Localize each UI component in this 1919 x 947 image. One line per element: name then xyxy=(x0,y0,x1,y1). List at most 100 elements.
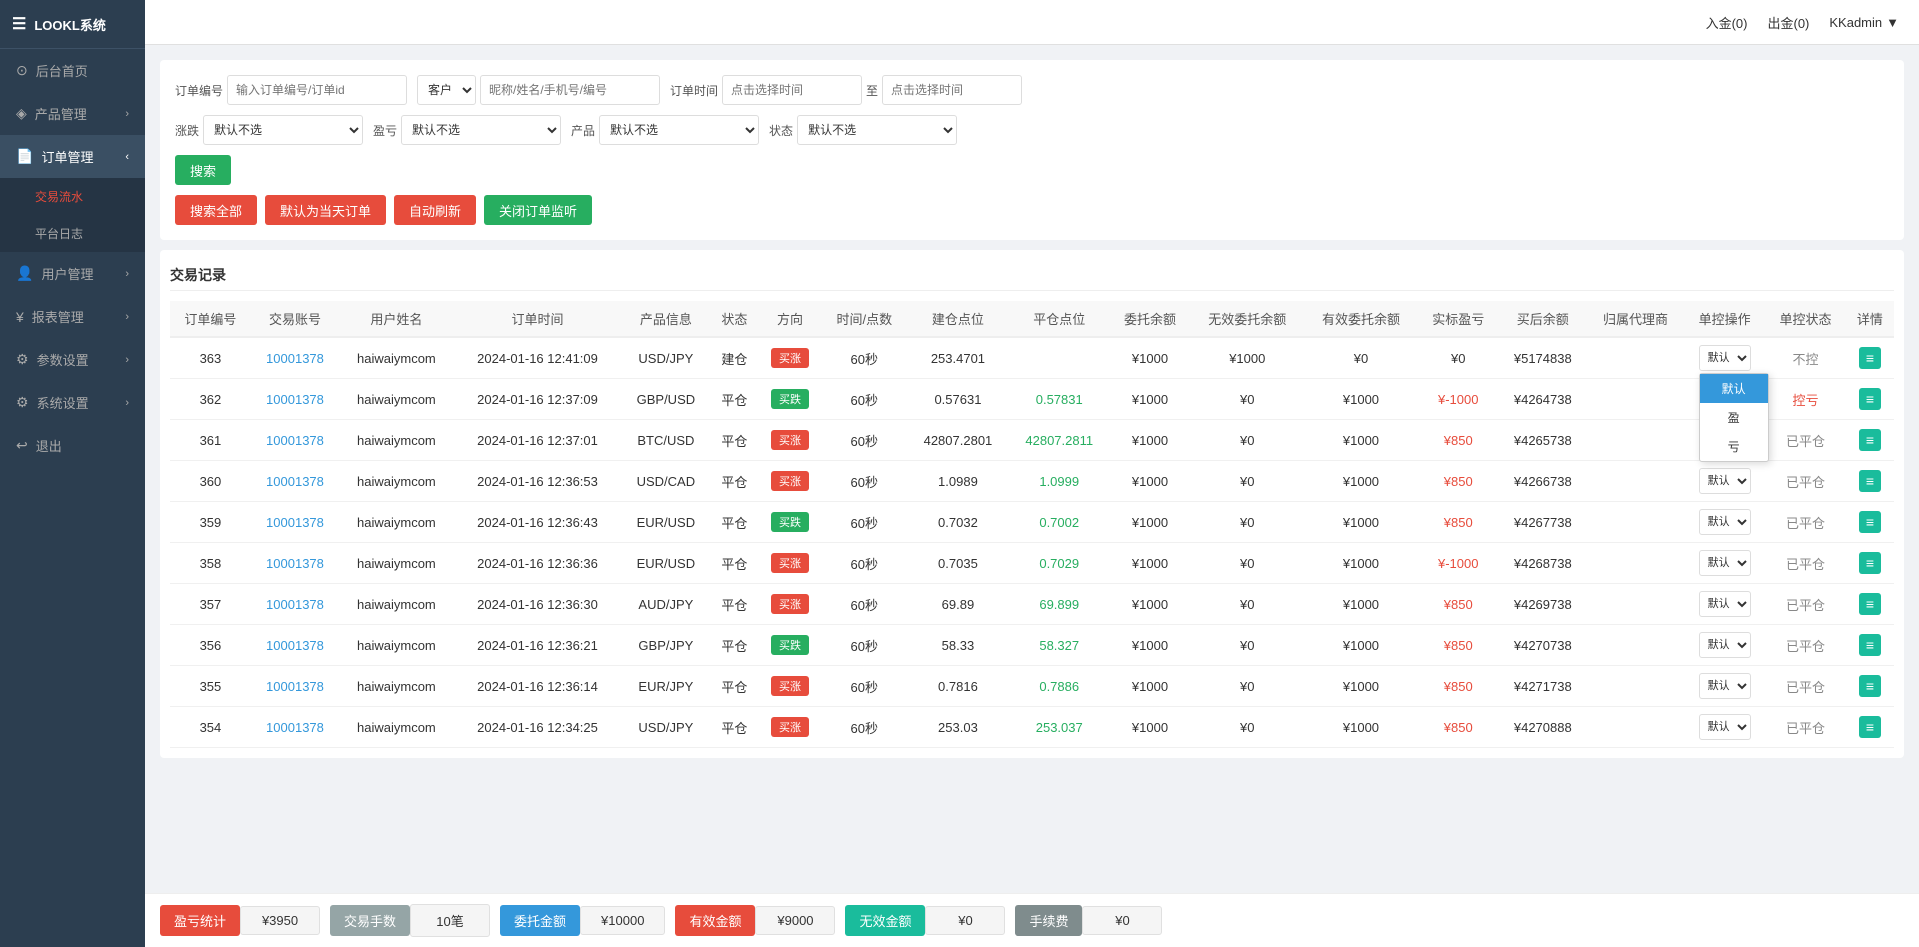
cell-account[interactable]: 10001378 xyxy=(251,337,339,379)
cell-detail[interactable]: ≡ xyxy=(1846,337,1894,379)
cell-status: 平仓 xyxy=(710,420,758,461)
cell-invalid: ¥0 xyxy=(1190,420,1304,461)
cell-detail[interactable]: ≡ xyxy=(1846,584,1894,625)
cell-duration: 60秒 xyxy=(822,461,907,502)
cell-detail[interactable]: ≡ xyxy=(1846,543,1894,584)
cell-order-id: 363 xyxy=(170,337,251,379)
status-select[interactable]: 默认不选 xyxy=(797,115,957,145)
control-select[interactable]: 默认盈亏 xyxy=(1699,345,1751,371)
cell-delegate: ¥1000 xyxy=(1110,625,1191,666)
cell-detail[interactable]: ≡ xyxy=(1846,666,1894,707)
dropdown-item-default[interactable]: 默认 xyxy=(1700,374,1768,403)
detail-icon[interactable]: ≡ xyxy=(1859,388,1881,410)
sidebar-item-label: 系统设置 xyxy=(37,393,89,412)
detail-icon[interactable]: ≡ xyxy=(1859,552,1881,574)
cell-account[interactable]: 10001378 xyxy=(251,707,339,748)
search-all-button[interactable]: 搜索全部 xyxy=(175,195,257,225)
cell-control-op[interactable]: 默认盈亏 xyxy=(1684,666,1765,707)
control-select[interactable]: 默认盈亏 xyxy=(1699,468,1751,494)
cell-agent xyxy=(1587,625,1684,666)
sidebar-item-order[interactable]: 📄 订单管理 ‹ xyxy=(0,135,145,178)
detail-icon[interactable]: ≡ xyxy=(1859,347,1881,369)
cell-account[interactable]: 10001378 xyxy=(251,666,339,707)
footer-stats: 盈亏统计 ¥3950 交易手数 10笔 委托金额 ¥10000 有效金额 ¥90… xyxy=(145,893,1919,947)
cell-account[interactable]: 10001378 xyxy=(251,625,339,666)
col-detail: 详情 xyxy=(1846,301,1894,337)
cell-account[interactable]: 10001378 xyxy=(251,502,339,543)
cell-account[interactable]: 10001378 xyxy=(251,461,339,502)
zhang-select[interactable]: 默认不选 xyxy=(203,115,363,145)
ying-select[interactable]: 默认不选 xyxy=(401,115,561,145)
dropdown-item-loss[interactable]: 亏 xyxy=(1700,432,1768,461)
dropdown-item-profit[interactable]: 盈 xyxy=(1700,403,1768,432)
sidebar-item-product[interactable]: ◈ 产品管理 › xyxy=(0,92,145,135)
date-to-input[interactable] xyxy=(882,75,1022,105)
cell-control-status: 已平仓 xyxy=(1765,461,1846,502)
control-select[interactable]: 默认盈亏 xyxy=(1699,714,1751,740)
cell-detail[interactable]: ≡ xyxy=(1846,502,1894,543)
product-select[interactable]: 默认不选 xyxy=(599,115,759,145)
control-select[interactable]: 默认盈亏 xyxy=(1699,673,1751,699)
cell-detail[interactable]: ≡ xyxy=(1846,379,1894,420)
close-monitor-button[interactable]: 关闭订单监听 xyxy=(484,195,592,225)
sidebar-item-platform-log[interactable]: 平台日志 xyxy=(0,215,145,252)
cell-control-op[interactable]: 默认盈亏 xyxy=(1684,502,1765,543)
control-select[interactable]: 默认盈亏 xyxy=(1699,591,1751,617)
detail-icon[interactable]: ≡ xyxy=(1859,470,1881,492)
sidebar-item-params[interactable]: ⚙ 参数设置 › xyxy=(0,338,145,381)
cell-account[interactable]: 10001378 xyxy=(251,420,339,461)
dashboard-icon: ⊙ xyxy=(16,62,28,79)
sidebar-item-trade-flow[interactable]: 交易流水 xyxy=(0,178,145,215)
cell-account[interactable]: 10001378 xyxy=(251,584,339,625)
cell-control-status: 已平仓 xyxy=(1765,625,1846,666)
cell-duration: 60秒 xyxy=(822,337,907,379)
cell-account[interactable]: 10001378 xyxy=(251,379,339,420)
cell-open: 0.7035 xyxy=(907,543,1009,584)
cell-order-id: 358 xyxy=(170,543,251,584)
detail-icon[interactable]: ≡ xyxy=(1859,716,1881,738)
cell-time: 2024-01-16 12:41:09 xyxy=(454,337,622,379)
order-no-input[interactable] xyxy=(227,75,407,105)
detail-icon[interactable]: ≡ xyxy=(1859,675,1881,697)
default-today-button[interactable]: 默认为当天订单 xyxy=(265,195,386,225)
cell-invalid: ¥0 xyxy=(1190,666,1304,707)
control-select[interactable]: 默认盈亏 xyxy=(1699,632,1751,658)
detail-icon[interactable]: ≡ xyxy=(1859,429,1881,451)
cell-control-op[interactable]: 默认盈亏 xyxy=(1684,707,1765,748)
cell-control-op[interactable]: 默认盈亏 xyxy=(1684,461,1765,502)
control-select[interactable]: 默认盈亏 xyxy=(1699,550,1751,576)
search-button[interactable]: 搜索 xyxy=(175,155,231,185)
customer-input[interactable] xyxy=(480,75,660,105)
cell-control-op[interactable]: 默认盈亏 默认 盈 亏 xyxy=(1684,337,1765,379)
cell-control-op[interactable]: 默认盈亏 xyxy=(1684,625,1765,666)
sidebar-item-logout[interactable]: ↩ 退出 xyxy=(0,424,145,467)
detail-icon[interactable]: ≡ xyxy=(1859,593,1881,615)
trade-count-value: 10笔 xyxy=(410,904,490,937)
sidebar-item-dashboard[interactable]: ⊙ 后台首页 xyxy=(0,49,145,92)
customer-type-select[interactable]: 客户 xyxy=(417,75,476,105)
sidebar-item-report[interactable]: ¥ 报表管理 › xyxy=(0,295,145,338)
detail-icon[interactable]: ≡ xyxy=(1859,634,1881,656)
cell-detail[interactable]: ≡ xyxy=(1846,461,1894,502)
cell-open: 253.03 xyxy=(907,707,1009,748)
sidebar-item-system[interactable]: ⚙ 系统设置 › xyxy=(0,381,145,424)
date-from-input[interactable] xyxy=(722,75,862,105)
auto-refresh-button[interactable]: 自动刷新 xyxy=(394,195,476,225)
cell-detail[interactable]: ≡ xyxy=(1846,420,1894,461)
user-menu[interactable]: KKadmin ▼ xyxy=(1829,15,1899,30)
col-close: 平仓点位 xyxy=(1009,301,1110,337)
cell-detail[interactable]: ≡ xyxy=(1846,625,1894,666)
control-select[interactable]: 默认盈亏 xyxy=(1699,509,1751,535)
cell-account[interactable]: 10001378 xyxy=(251,543,339,584)
cell-control-op[interactable]: 默认盈亏 xyxy=(1684,584,1765,625)
direction-badge: 买涨 xyxy=(771,717,809,737)
cell-balance: ¥4270738 xyxy=(1499,625,1587,666)
deposit-button[interactable]: 入金(0) xyxy=(1706,13,1748,32)
cell-detail[interactable]: ≡ xyxy=(1846,707,1894,748)
detail-icon[interactable]: ≡ xyxy=(1859,511,1881,533)
cell-delegate: ¥1000 xyxy=(1110,543,1191,584)
withdraw-button[interactable]: 出金(0) xyxy=(1767,13,1809,32)
sidebar-item-user[interactable]: 👤 用户管理 › xyxy=(0,252,145,295)
menu-icon[interactable]: ☰ xyxy=(12,14,26,34)
cell-control-op[interactable]: 默认盈亏 xyxy=(1684,543,1765,584)
